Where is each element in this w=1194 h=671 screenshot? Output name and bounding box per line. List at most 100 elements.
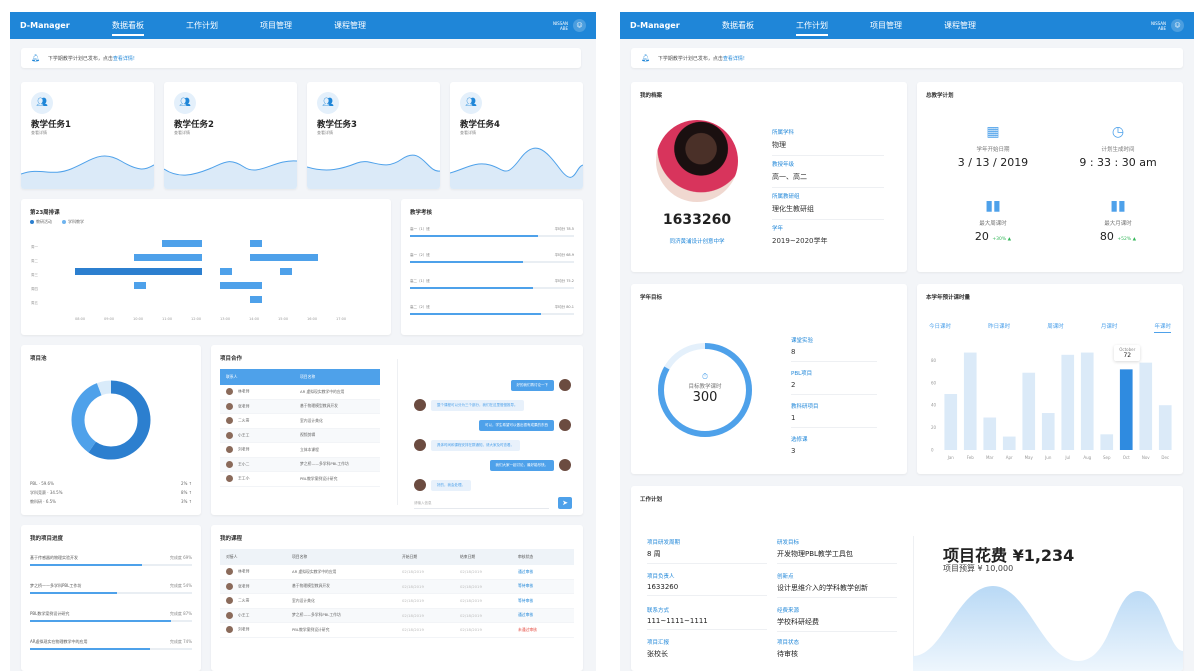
chart-bar[interactable] bbox=[1041, 413, 1055, 450]
project-progress[interactable]: PBL数学案例设计研究 完成度 87% bbox=[30, 611, 192, 622]
chart-bar[interactable] bbox=[1100, 434, 1114, 450]
table-row[interactable]: 二火哥 室内设计美化 02/18/2019 02/18/2019 等待审核 bbox=[220, 594, 574, 609]
chart-bar[interactable] bbox=[1061, 354, 1075, 450]
user-menu[interactable]: NISSAN ABE ☺ bbox=[1151, 19, 1184, 32]
chat-avatar bbox=[559, 379, 571, 391]
notice-text: 下学期教学计划已发布，点击 bbox=[47, 55, 113, 62]
legend-row: 教科研 · 6.5% 3% ↑ bbox=[30, 499, 192, 504]
schedule-bar[interactable] bbox=[250, 240, 262, 247]
table-row[interactable]: 二火哥 室内设计美化 bbox=[220, 414, 380, 429]
notice-bar: 🔔︎ 下学期教学计划已发布，点击查看详情! bbox=[631, 48, 1183, 68]
nav-data-board[interactable]: 数据看板 bbox=[722, 13, 754, 38]
task-detail-link[interactable]: 查看详情 bbox=[174, 130, 190, 136]
project-progress[interactable]: AR虚拟现实在物理教学中的应用 完成度 74% bbox=[30, 639, 192, 650]
y-tick-label: 80 bbox=[931, 358, 937, 363]
schedule-bar[interactable] bbox=[134, 254, 202, 261]
table-row[interactable]: 林老师 AR 虚拟现实教学中的应用 bbox=[220, 385, 380, 400]
table-row[interactable]: 小王工 梦之桥——多学科PBL工作坊 02/18/2019 02/18/2019 通过审… bbox=[220, 608, 574, 623]
nav-project-management[interactable]: 项目管理 bbox=[870, 13, 902, 38]
schedule-title: 第23周排课 bbox=[30, 210, 60, 216]
schedule-bar[interactable] bbox=[220, 268, 232, 275]
chart-bar[interactable] bbox=[963, 352, 977, 450]
schedule-bar[interactable] bbox=[162, 240, 202, 247]
notice-link[interactable]: 查看详情! bbox=[723, 56, 745, 62]
schedule-bar[interactable] bbox=[220, 282, 262, 289]
plan-generated-time: ◷ 计划生成时间 9 : 33 : 30 am bbox=[1058, 124, 1178, 169]
nav-work-plan[interactable]: 工作计划 bbox=[796, 13, 828, 38]
schedule-bar[interactable] bbox=[75, 268, 202, 275]
task-detail-link[interactable]: 查看详情 bbox=[31, 130, 47, 136]
bell-icon: 🔔︎ bbox=[641, 54, 650, 62]
my-courses-card: 我的课程 对接人 项目名称 开始日期 结束日期 审核状态 林老师 AR 虚拟现实教学中的应… bbox=[211, 525, 583, 671]
brand-logo: D-Manager bbox=[20, 21, 70, 30]
project-progress[interactable]: 基于传感器的物理实验开发 完成度 69% bbox=[30, 555, 192, 566]
table-row[interactable]: 刘老师 PBL教学案例设计研究 02/18/2019 02/18/2019 未通过审核 bbox=[220, 623, 574, 638]
table-row[interactable]: 王工小 PBL教学案例设计研究 bbox=[220, 472, 380, 487]
brand-logo: D-Manager bbox=[630, 21, 680, 30]
table-row[interactable]: 张老师 基于物理模型教具开发 bbox=[220, 399, 380, 414]
profile-avatar bbox=[656, 120, 738, 202]
schedule-bar[interactable] bbox=[280, 268, 292, 275]
project-progress[interactable]: 梦之桥——多学科PBL工作坊 完成度 54% bbox=[30, 583, 192, 594]
table-row[interactable]: 小王工 视频剪辑 bbox=[220, 428, 380, 443]
table-header: 对接人 项目名称 开始日期 结束日期 审核状态 bbox=[220, 549, 574, 565]
project-donut bbox=[71, 380, 151, 460]
chart-bar[interactable] bbox=[1080, 352, 1094, 450]
work-item: 项目负责人 1633260 bbox=[647, 572, 767, 596]
schedule-bar[interactable] bbox=[134, 282, 146, 289]
users-icon: 👥︎ bbox=[460, 92, 482, 114]
nav-course-management[interactable]: 课程管理 bbox=[334, 13, 366, 38]
chart-bar[interactable] bbox=[1119, 369, 1133, 450]
x-tick-label: Nov bbox=[1142, 455, 1150, 460]
user-menu[interactable]: NISSAN ABE ☺ bbox=[553, 19, 586, 32]
y-tick-label: 40 bbox=[931, 403, 937, 408]
send-icon[interactable]: ➤ bbox=[558, 497, 572, 509]
project-pool-card: 项目池 PBL · 59.6% 2% ↑ 学科竞赛 · 34.5% 8% ↑ 教科研… bbox=[21, 345, 201, 515]
chart-bar[interactable] bbox=[1139, 362, 1153, 450]
notice-text: 下学期教学计划已发布，点击 bbox=[657, 55, 723, 62]
work-item: 研发目标 开发物理PBL教学工具包 bbox=[777, 538, 897, 564]
legend-row: 学科竞赛 · 34.5% 8% ↑ bbox=[30, 490, 192, 495]
work-item: 经费来源 学校科研经费 bbox=[777, 606, 897, 632]
table-row[interactable]: 刘老师 立体本课程 bbox=[220, 443, 380, 458]
table-row[interactable]: 王小二 梦之桥——多学科PBL工作坊 bbox=[220, 457, 380, 472]
tick-label: 12:00 bbox=[191, 317, 202, 321]
task-detail-link[interactable]: 查看详情 bbox=[317, 130, 333, 136]
chart-bar[interactable] bbox=[1158, 405, 1172, 450]
schedule-bar[interactable] bbox=[250, 254, 318, 261]
plan-start-date: ▦ 学年开始日期 3 / 13 / 2019 bbox=[933, 124, 1053, 169]
task-wave bbox=[164, 160, 297, 189]
cost-wave bbox=[913, 586, 1183, 671]
main-nav: 数据看板 工作计划 项目管理 课程管理 bbox=[722, 13, 976, 38]
user-avatar[interactable]: ☺ bbox=[1171, 19, 1184, 32]
nav-course-management[interactable]: 课程管理 bbox=[944, 13, 976, 38]
table-row[interactable]: 林老师 AR 虚拟现实教学中的应用 02/18/2019 02/18/2019 通过审核 bbox=[220, 565, 574, 580]
task-detail-link[interactable]: 查看详情 bbox=[460, 130, 476, 136]
my-courses-title: 我的课程 bbox=[220, 536, 243, 542]
schedule-bar[interactable] bbox=[250, 296, 262, 303]
task-card-2[interactable]: 👥︎ 教学任务2 查看详情 bbox=[164, 82, 297, 189]
task-title: 教学任务4 bbox=[460, 120, 500, 130]
profile-field: 教授年级 高一、高二 bbox=[772, 160, 884, 188]
tick-label: 13:00 bbox=[220, 317, 231, 321]
x-tick-label: Jan bbox=[947, 455, 955, 460]
task-card-3[interactable]: 👥︎ 教学任务3 查看详情 bbox=[307, 82, 440, 189]
nav-work-plan[interactable]: 工作计划 bbox=[186, 13, 218, 38]
task-title: 教学任务3 bbox=[317, 120, 357, 130]
nav-project-management[interactable]: 项目管理 bbox=[260, 13, 292, 38]
chart-bar[interactable] bbox=[1022, 372, 1036, 450]
user-avatar[interactable]: ☺ bbox=[573, 19, 586, 32]
notice-link[interactable]: 查看详情! bbox=[113, 56, 135, 62]
chart-bar[interactable] bbox=[944, 394, 958, 450]
y-tick-label: 20 bbox=[931, 425, 937, 430]
task-card-1[interactable]: 👥︎ 教学任务1 查看详情 bbox=[21, 82, 154, 189]
profile-field: 所属教研组 理化生教研组 bbox=[772, 192, 884, 220]
task-card-4[interactable]: 👥︎ 教学任务4 查看详情 bbox=[450, 82, 583, 189]
chat-input[interactable]: 请输入信息 bbox=[414, 499, 549, 509]
goal-item: 课堂实验 8 bbox=[791, 336, 877, 362]
table-row[interactable]: 张老师 基于物理模型教具开发 02/18/2019 02/18/2019 等待审核 bbox=[220, 579, 574, 594]
divider bbox=[397, 359, 398, 505]
chart-bar[interactable] bbox=[1002, 436, 1016, 450]
nav-data-board[interactable]: 数据看板 bbox=[112, 13, 144, 38]
chart-bar[interactable] bbox=[983, 417, 997, 450]
